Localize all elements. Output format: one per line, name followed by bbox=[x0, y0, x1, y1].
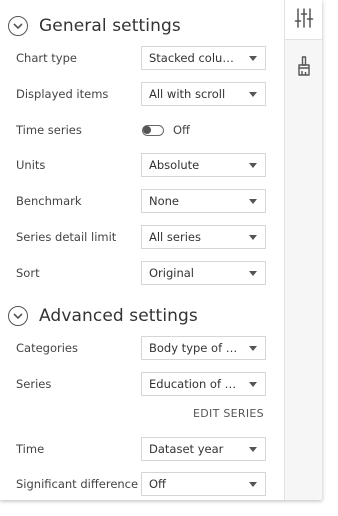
benchmark-label: Benchmark bbox=[16, 194, 82, 208]
benchmark-row: Benchmark None bbox=[16, 189, 266, 213]
categories-label: Categories bbox=[16, 341, 78, 355]
caret-down-icon bbox=[249, 163, 257, 168]
advanced-settings-title: Advanced settings bbox=[39, 306, 198, 326]
general-settings-header[interactable]: General settings bbox=[8, 14, 181, 38]
benchmark-value: None bbox=[149, 194, 180, 208]
units-row: Units Absolute bbox=[16, 153, 266, 177]
time-row: Time Dataset year bbox=[16, 437, 266, 461]
settings-panel: General settings Chart type Stacked colu… bbox=[0, 0, 322, 500]
caret-down-icon bbox=[249, 346, 257, 351]
time-series-toggle[interactable] bbox=[142, 124, 164, 136]
advanced-settings-header[interactable]: Advanced settings bbox=[8, 304, 198, 328]
significant-difference-label: Significant difference bbox=[16, 477, 139, 491]
caret-down-icon bbox=[249, 382, 257, 387]
toggle-knob bbox=[143, 125, 151, 134]
sort-row: Sort Original bbox=[16, 261, 266, 285]
caret-down-icon bbox=[249, 56, 257, 61]
sort-select[interactable]: Original bbox=[141, 261, 266, 285]
caret-down-icon bbox=[249, 235, 257, 240]
time-label: Time bbox=[16, 442, 45, 456]
displayed-items-select[interactable]: All with scroll bbox=[141, 82, 266, 106]
sort-label: Sort bbox=[16, 266, 40, 280]
units-value: Absolute bbox=[149, 158, 200, 172]
series-detail-limit-select[interactable]: All series bbox=[141, 225, 266, 249]
series-detail-limit-row: Series detail limit All series bbox=[16, 225, 266, 249]
caret-down-icon bbox=[249, 92, 257, 97]
chart-type-label: Chart type bbox=[16, 51, 77, 65]
displayed-items-row: Displayed items All with scroll bbox=[16, 82, 266, 106]
caret-down-icon bbox=[249, 447, 257, 452]
settings-content: General settings Chart type Stacked colu… bbox=[0, 0, 284, 500]
rail-tab-style[interactable] bbox=[285, 48, 322, 88]
edit-series-link[interactable]: EDIT SERIES bbox=[193, 407, 264, 420]
units-label: Units bbox=[16, 158, 46, 172]
caret-down-icon bbox=[249, 482, 257, 487]
series-detail-limit-value: All series bbox=[149, 230, 201, 244]
series-label: Series bbox=[16, 377, 52, 391]
significant-difference-value: Off bbox=[149, 477, 166, 491]
chevron-down-icon bbox=[8, 306, 28, 326]
series-value: Education of … bbox=[149, 377, 237, 391]
general-settings-title: General settings bbox=[39, 16, 181, 36]
series-detail-limit-label: Series detail limit bbox=[16, 230, 117, 244]
displayed-items-label: Displayed items bbox=[16, 87, 109, 101]
time-series-toggle-text: Off bbox=[173, 123, 190, 137]
sliders-icon bbox=[294, 7, 314, 33]
chart-type-select[interactable]: Stacked column… bbox=[141, 46, 266, 70]
paint-brush-icon bbox=[296, 55, 312, 81]
chart-type-value: Stacked column… bbox=[149, 51, 243, 65]
time-series-row: Time series Off bbox=[16, 118, 266, 142]
categories-select[interactable]: Body type of n… bbox=[141, 336, 266, 360]
sort-value: Original bbox=[149, 266, 195, 280]
series-select[interactable]: Education of … bbox=[141, 372, 266, 396]
caret-down-icon bbox=[249, 199, 257, 204]
categories-value: Body type of n… bbox=[149, 341, 243, 355]
significant-difference-select[interactable]: Off bbox=[141, 472, 266, 496]
time-series-toggle-wrap[interactable]: Off bbox=[142, 122, 190, 138]
significant-difference-row: Significant difference Off bbox=[16, 472, 266, 496]
side-rail bbox=[284, 0, 322, 500]
chevron-down-icon bbox=[8, 16, 28, 36]
time-select[interactable]: Dataset year bbox=[141, 437, 266, 461]
rail-tab-settings[interactable] bbox=[285, 0, 322, 40]
caret-down-icon bbox=[249, 271, 257, 276]
displayed-items-value: All with scroll bbox=[149, 87, 226, 101]
benchmark-select[interactable]: None bbox=[141, 189, 266, 213]
categories-row: Categories Body type of n… bbox=[16, 336, 266, 360]
chart-type-row: Chart type Stacked column… bbox=[16, 46, 266, 70]
series-row: Series Education of … bbox=[16, 372, 266, 396]
time-value: Dataset year bbox=[149, 442, 224, 456]
units-select[interactable]: Absolute bbox=[141, 153, 266, 177]
time-series-label: Time series bbox=[16, 123, 82, 137]
